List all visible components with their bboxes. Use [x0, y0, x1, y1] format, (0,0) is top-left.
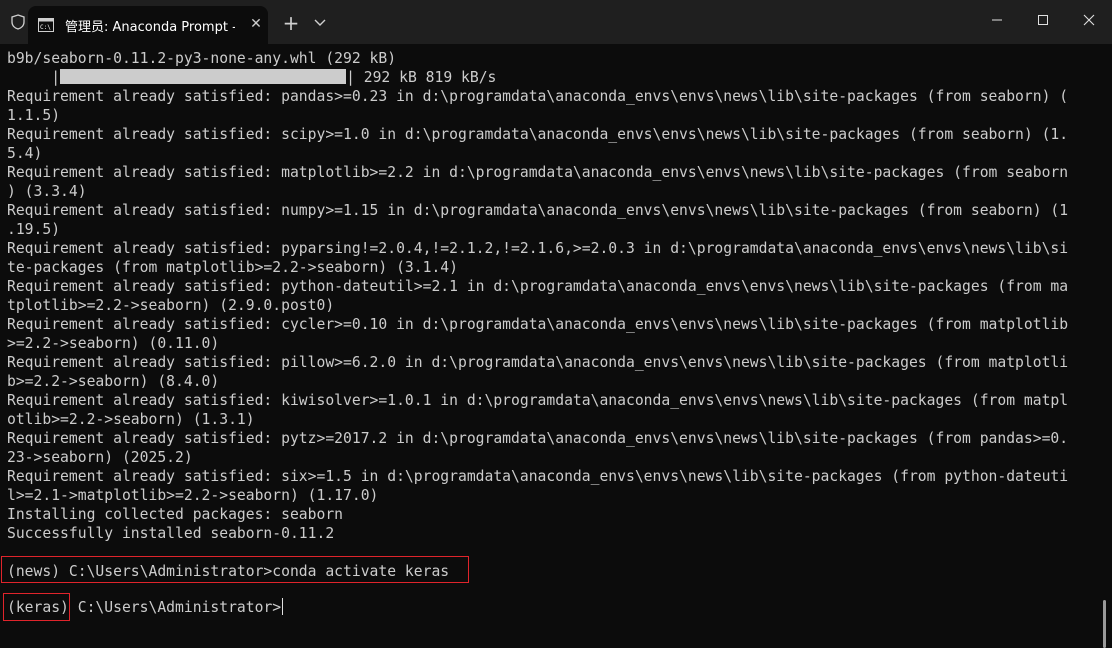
console-line: ) (3.3.4) — [7, 183, 87, 200]
console-icon: C:\ — [38, 17, 54, 32]
console-line: te-packages (from matplotlib>=2.2->seabo… — [7, 259, 458, 276]
console-line: >=2.2->seaborn) (0.11.0) — [7, 335, 220, 352]
download-progress: | | 292 kB 819 kB/s — [7, 68, 1068, 87]
console-line: Installing collected packages: seaborn — [7, 506, 344, 523]
console-line: Requirement already satisfied: pyparsing… — [7, 240, 1069, 257]
console-line: 23->seaborn) (2025.2) — [7, 449, 193, 466]
console-line: otlib>=2.2->seaborn) (1.3.1) — [7, 411, 255, 428]
minimize-icon — [992, 19, 1002, 21]
progress-bar — [60, 69, 347, 84]
activate-command-highlight — [1, 556, 469, 583]
console-lines: b9b/seaborn-0.11.2-py3-none-any.whl (292… — [7, 49, 1068, 600]
console-line: Requirement already satisfied: pytz>=201… — [7, 430, 1069, 447]
console-line: l>=2.1->matplotlib>=2.2->seaborn) (1.17.… — [7, 487, 379, 504]
console-line: 1.1.5) — [7, 107, 61, 124]
console-line: Requirement already satisfied: matplotli… — [7, 164, 1069, 181]
console-output[interactable]: b9b/seaborn-0.11.2-py3-none-any.whl (292… — [0, 44, 1112, 648]
progress-prefix: | — [7, 69, 61, 86]
minimize-button[interactable] — [974, 0, 1020, 40]
maximize-button[interactable] — [1020, 0, 1066, 40]
console-line: b>=2.2->seaborn) (8.4.0) — [7, 373, 220, 390]
maximize-icon — [1038, 15, 1048, 25]
title-bar: C:\ 管理员: Anaconda Prompt - co ✕ + — [0, 0, 1112, 44]
console-line: Successfully installed seaborn-0.11.2 — [7, 525, 335, 542]
console-line: Requirement already satisfied: python-da… — [7, 278, 1069, 295]
new-tab-button[interactable]: + — [280, 12, 302, 34]
svg-text:C:\: C:\ — [40, 24, 51, 31]
console-line: Requirement already satisfied: scipy>=1.… — [7, 126, 1069, 143]
chevron-down-icon[interactable] — [310, 13, 330, 33]
keras-env-highlight — [3, 593, 70, 621]
shield-icon — [8, 12, 28, 32]
console-line: tplotlib>=2.2->seaborn) (2.9.0.post0) — [7, 297, 335, 314]
console-line: Requirement already satisfied: kiwisolve… — [7, 392, 1069, 409]
text-cursor — [282, 598, 284, 615]
console-line: Requirement already satisfied: pillow>=6… — [7, 354, 1069, 371]
progress-stats: | 292 kB 819 kB/s — [346, 69, 497, 86]
tab-title: 管理员: Anaconda Prompt - co — [65, 20, 235, 34]
tab-close-icon[interactable]: ✕ — [248, 16, 264, 32]
console-line: Requirement already satisfied: six>=1.5 … — [7, 468, 1069, 485]
console-line: b9b/seaborn-0.11.2-py3-none-any.whl (292… — [7, 50, 397, 67]
close-window-button[interactable] — [1066, 0, 1112, 40]
prompt-path: C:\Users\Administrator> — [68, 599, 282, 616]
console-line: Requirement already satisfied: numpy>=1.… — [7, 202, 1069, 219]
close-icon — [1083, 14, 1095, 26]
scrollbar[interactable] — [1103, 600, 1106, 648]
terminal-tab[interactable]: C:\ 管理员: Anaconda Prompt - co ✕ — [28, 6, 268, 44]
console-line: Requirement already satisfied: pandas>=0… — [7, 88, 1069, 105]
console-line: 5.4) — [7, 145, 43, 162]
console-line: .19.5) — [7, 221, 61, 238]
console-line: Requirement already satisfied: cycler>=0… — [7, 316, 1069, 333]
